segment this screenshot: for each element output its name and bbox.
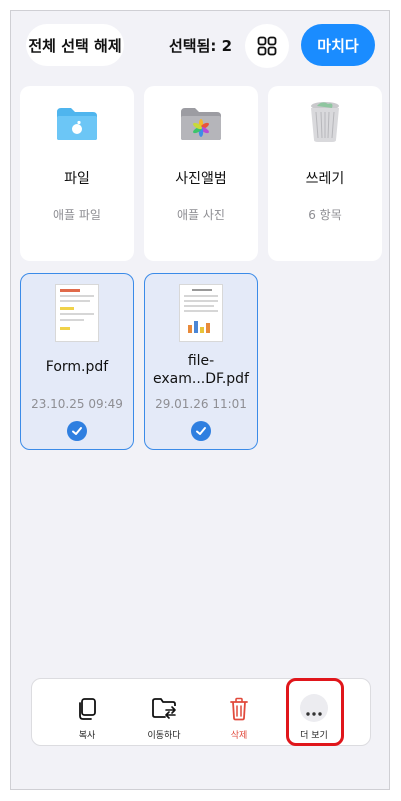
delete-button[interactable]: 삭제	[204, 679, 274, 745]
tool-label: 복사	[78, 731, 96, 741]
tool-label: 삭제	[230, 731, 248, 741]
more-button-highlight	[286, 678, 344, 746]
selected-check[interactable]	[191, 421, 211, 441]
photos-album-icon	[181, 108, 221, 140]
grid-view-button[interactable]	[245, 24, 289, 68]
folder-move-icon	[152, 698, 176, 719]
trash-bin-icon	[311, 102, 339, 142]
deselect-all-button[interactable]: 전체 선택 해제	[26, 24, 124, 66]
selected-count: 선택됨: 2	[169, 37, 233, 55]
item-subtitle: 23.10.25 09:49	[31, 397, 123, 411]
grid-item-form-pdf[interactable]: Form.pdf 23.10.25 09:49	[20, 273, 134, 450]
grid-item-file-example-pdf[interactable]: file- exam...DF.pdf 29.01.26 11:01	[144, 273, 258, 450]
grid-item-files[interactable]: 파일 애플 파일	[20, 86, 134, 261]
item-subtitle: 애플 파일	[53, 208, 101, 222]
selected-check[interactable]	[67, 421, 87, 441]
folder-icon	[57, 108, 97, 140]
app-frame: 전체 선택 해제 선택됨: 2 마치다 파일 애플 파일 사진앨범 애플 사진 …	[10, 10, 390, 790]
tool-label: 이동하다	[147, 731, 181, 741]
item-subtitle: 6 항목	[308, 208, 342, 222]
done-button[interactable]: 마치다	[301, 24, 375, 66]
trash-icon	[230, 697, 248, 721]
item-title: 파일	[64, 171, 90, 187]
checkmark-icon	[196, 427, 206, 435]
item-subtitle: 애플 사진	[177, 208, 225, 222]
item-title: 쓰레기	[305, 171, 345, 187]
item-title: file- exam...DF.pdf	[153, 353, 249, 387]
grid-item-photo-album[interactable]: 사진앨범 애플 사진	[144, 86, 258, 261]
copy-button[interactable]: 복사	[52, 679, 122, 745]
pdf-thumbnail	[55, 284, 99, 342]
item-subtitle: 29.01.26 11:01	[155, 397, 247, 411]
pdf-thumbnail	[179, 284, 223, 342]
checkmark-icon	[72, 427, 82, 435]
copy-icon	[79, 698, 96, 720]
grid-item-trash[interactable]: 쓰레기 6 항목	[268, 86, 382, 261]
item-title: 사진앨범	[175, 171, 227, 187]
grid-icon	[257, 36, 277, 56]
move-button[interactable]: 이동하다	[129, 679, 199, 745]
item-title: Form.pdf	[45, 359, 109, 375]
